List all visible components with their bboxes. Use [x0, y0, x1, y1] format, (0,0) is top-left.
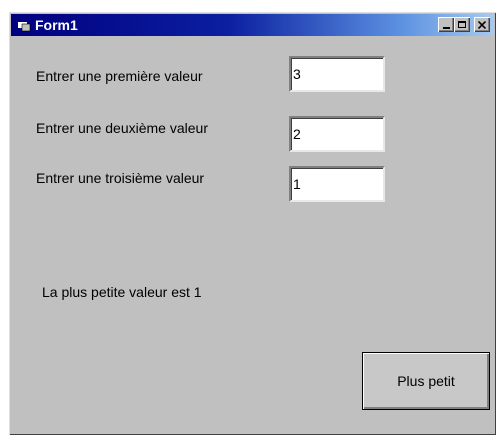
second-value-input[interactable] [289, 116, 385, 152]
result-label: La plus petite valeur est 1 [42, 284, 202, 300]
first-value-input[interactable] [289, 56, 385, 92]
label-first-value: Entrer une première valeur [36, 68, 203, 84]
window-title: Form1 [35, 17, 78, 33]
plus-petit-button[interactable]: Plus petit [362, 352, 490, 410]
plus-petit-button-label: Plus petit [397, 373, 455, 389]
close-button[interactable] [474, 17, 490, 32]
third-value-input[interactable] [289, 166, 385, 202]
app-icon [18, 20, 31, 32]
minimize-icon [442, 27, 450, 29]
maximize-button[interactable] [454, 17, 470, 32]
maximize-icon [458, 21, 466, 28]
minimize-button[interactable] [438, 17, 454, 32]
label-second-value: Entrer une deuxième valeur [36, 120, 208, 136]
label-third-value: Entrer une troisième valeur [36, 170, 205, 186]
close-icon [478, 20, 486, 29]
title-bar[interactable]: Form1 [11, 14, 494, 36]
